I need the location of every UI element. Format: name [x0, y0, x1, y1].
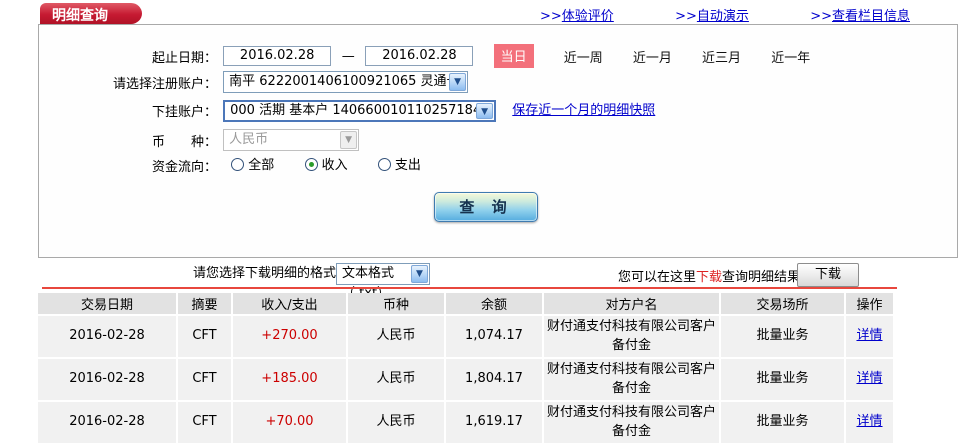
radio-all[interactable]	[231, 158, 245, 171]
registered-account-row: 请选择注册账户： 南平 6222001406100921065 灵通卡 ▼	[39, 71, 957, 93]
cell-amount: +185.00	[231, 357, 348, 402]
cell-counterparty: 财付通支付科技有限公司客户备付金	[542, 357, 721, 402]
tab-title: 明细查询	[52, 8, 108, 24]
table-row: 2016-02-28 CFT +185.00 人民币 1,804.17 财付通支…	[38, 357, 893, 402]
cell-date: 2016-02-28	[38, 314, 178, 359]
cell-currency: 人民币	[346, 357, 446, 402]
table-header-row: 交易日期 摘要 收入/支出 币种 余额 对方户名 交易场所 操作	[38, 293, 893, 316]
date-range-separator: —	[341, 48, 355, 64]
currency-value: 人民币	[229, 132, 269, 147]
download-format-row: 请您选择下载明细的格式 文本格式（.txt） ▼	[193, 262, 431, 301]
cell-amount: +70.00	[231, 400, 348, 445]
download-format-select[interactable]: 文本格式（.txt） ▼	[336, 262, 431, 301]
cell-date: 2016-02-28	[38, 400, 178, 445]
registered-account-value: 南平 6222001406100921065 灵通卡	[229, 74, 460, 89]
cell-balance: 1,074.17	[444, 314, 544, 359]
col-balance: 余额	[444, 293, 544, 316]
radio-all-label[interactable]: 全部	[248, 158, 274, 173]
currency-row: 币 种： 人民币 ▼	[39, 129, 957, 151]
link-experience-review[interactable]: >>体验评价	[540, 5, 614, 24]
red-divider	[42, 287, 897, 289]
query-button[interactable]: 查 询	[434, 192, 538, 222]
date-range-label: 起止日期：	[151, 50, 217, 66]
currency-label: 币 种：	[151, 134, 217, 150]
sub-account-label: 下挂账户：	[151, 105, 217, 120]
detail-link[interactable]: 详情	[856, 328, 882, 343]
chevron-down-icon[interactable]: ▼	[411, 264, 429, 283]
detail-link[interactable]: 详情	[856, 414, 882, 429]
radio-expense-label[interactable]: 支出	[395, 158, 421, 173]
sub-account-row: 下挂账户： 000 活期 基本户 1406600101102571848 ▼ 保…	[39, 99, 957, 122]
link-auto-demo[interactable]: >>自动演示	[675, 5, 749, 24]
cell-summary: CFT	[176, 357, 233, 402]
registered-account-label: 请选择注册账户：	[112, 76, 217, 92]
fund-flow-row: 资金流向： 全部 收入 支出	[39, 154, 957, 175]
start-date-input[interactable]: 2016.02.28	[223, 46, 332, 66]
download-button[interactable]: 下载	[797, 263, 859, 287]
date-range-row: 起止日期： 2016.02.28 — 2016.02.28 当日 近一周 近一月…	[39, 44, 957, 68]
col-summary: 摘要	[176, 293, 233, 316]
tab-detail-query[interactable]: 明细查询	[40, 3, 142, 24]
table-row: 2016-02-28 CFT +270.00 人民币 1,074.17 财付通支…	[38, 314, 893, 359]
currency-select-disabled: 人民币 ▼	[223, 129, 360, 151]
quick-range-year[interactable]: 近一年	[771, 47, 810, 66]
cell-balance: 1,804.17	[444, 357, 544, 402]
radio-expense[interactable]	[377, 158, 391, 171]
cell-summary: CFT	[176, 314, 233, 359]
quick-range-today-button[interactable]: 当日	[493, 44, 534, 68]
cell-counterparty: 财付通支付科技有限公司客户备付金	[542, 314, 721, 359]
save-snapshot-link[interactable]: 保存近一个月的明细快照	[512, 103, 655, 118]
col-venue: 交易场所	[719, 293, 846, 316]
col-currency: 币种	[346, 293, 446, 316]
registered-account-select[interactable]: 南平 6222001406100921065 灵通卡 ▼	[223, 71, 469, 93]
radio-income-label[interactable]: 收入	[322, 158, 348, 173]
cell-currency: 人民币	[346, 400, 446, 445]
table-row: 2016-02-28 CFT +70.00 人民币 1,619.17 财付通支付…	[38, 400, 893, 445]
sub-account-select[interactable]: 000 活期 基本户 1406600101102571848 ▼	[223, 99, 497, 122]
cell-date: 2016-02-28	[38, 357, 178, 402]
chevron-down-icon[interactable]: ▼	[449, 73, 467, 91]
quick-range-week[interactable]: 近一周	[564, 47, 603, 66]
link-view-column-info[interactable]: >>查看栏目信息	[810, 5, 910, 24]
top-links: >>体验评价 >>自动演示 >>查看栏目信息	[540, 5, 910, 24]
cell-amount: +270.00	[231, 314, 348, 359]
cell-venue: 批量业务	[719, 357, 846, 402]
quick-range-quarter[interactable]: 近三月	[702, 47, 741, 66]
chevron-down-icon[interactable]: ▼	[476, 102, 494, 119]
cell-currency: 人民币	[346, 314, 446, 359]
cell-counterparty: 财付通支付科技有限公司客户备付金	[542, 400, 721, 445]
download-hint-highlight: 下载	[696, 270, 723, 285]
cell-balance: 1,619.17	[444, 400, 544, 445]
results-table: 交易日期 摘要 收入/支出 币种 余额 对方户名 交易场所 操作 2016-02…	[38, 293, 893, 445]
col-amount: 收入/支出	[231, 293, 348, 316]
fund-flow-label: 资金流向：	[151, 160, 217, 175]
detail-link[interactable]: 详情	[856, 371, 882, 386]
col-counterparty: 对方户名	[542, 293, 721, 316]
detail-query-page: 明细查询 >>体验评价 >>自动演示 >>查看栏目信息 起止日期： 2016.0…	[0, 0, 961, 447]
end-date-input[interactable]: 2016.02.28	[365, 46, 474, 66]
col-action: 操作	[844, 293, 893, 316]
query-form-panel: 起止日期： 2016.02.28 — 2016.02.28 当日 近一周 近一月…	[38, 24, 958, 258]
col-date: 交易日期	[38, 293, 178, 316]
chevron-down-icon: ▼	[340, 131, 358, 149]
cell-venue: 批量业务	[719, 400, 846, 445]
radio-income[interactable]	[304, 158, 318, 171]
download-format-label: 请您选择下载明细的格式	[193, 266, 337, 281]
sub-account-value: 000 活期 基本户 1406600101102571848	[230, 102, 490, 118]
cell-summary: CFT	[176, 400, 233, 445]
download-hint: 您可以在这里下载查询明细结果	[618, 270, 801, 285]
cell-venue: 批量业务	[719, 314, 846, 359]
quick-range-month[interactable]: 近一月	[633, 47, 672, 66]
